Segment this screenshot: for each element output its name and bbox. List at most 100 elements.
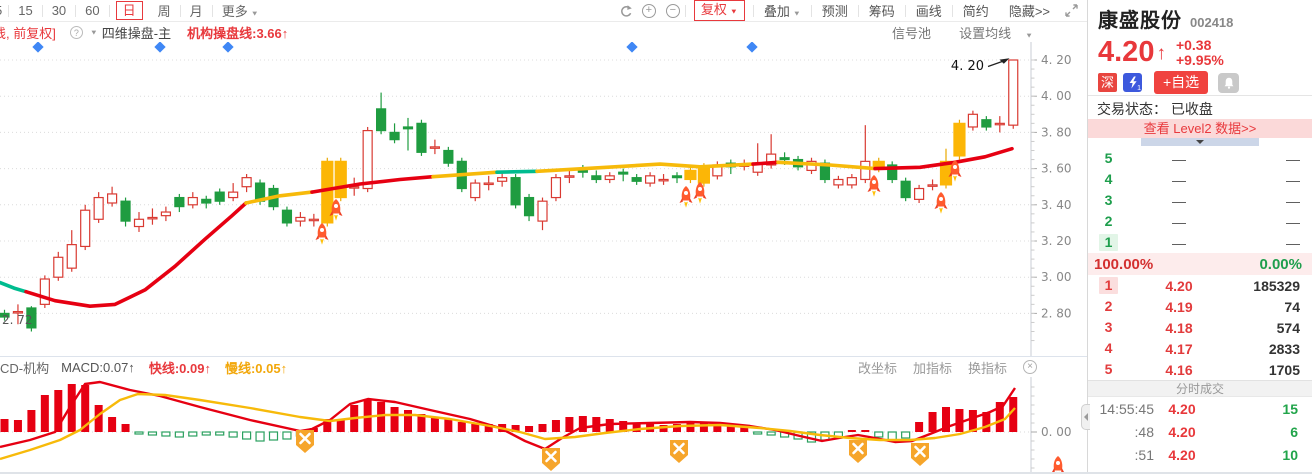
collapse-panel-handle[interactable] [1081,404,1090,430]
kline-chart[interactable]: 4. 20 4. 00 3. 80 3. 60 3. 40 3. 20 3. 00 2. 80… [0,42,1087,356]
ask-row[interactable]: 4 — — [1088,169,1312,190]
period-15min[interactable]: 15 [9,3,41,18]
signal-diamond-icon [154,42,166,53]
institution-line-value: 机构操盘线:3.66↑ [187,25,289,41]
hide-toolbar-button[interactable]: 隐藏>> [999,1,1060,20]
period-week[interactable]: 周 [149,1,180,20]
tick-row: 14:55:45 4.20 15 [1088,397,1312,420]
svg-text:3. 00: 3. 00 [1041,270,1072,284]
macd-chart[interactable]: 0. 00 [0,377,1087,473]
tick-row: :51 4.20 10 [1088,443,1312,466]
ma-settings-button[interactable]: 设置均线 ▼ [945,23,1033,42]
tick-price: 4.20 [1168,423,1196,440]
simple-mode-button[interactable]: 简约 [953,1,999,20]
bid-row[interactable]: 2 4.19 74 [1088,296,1312,317]
svg-text:2. 80: 2. 80 [1041,306,1072,320]
tick-price: 4.20 [1168,446,1196,463]
stock-name: 康盛股份 [1098,10,1182,32]
macd-header: CD-机构 MACD:0.07↑ 快线:0.09↑ 慢线:0.05↑ 改坐标 加… [0,356,1087,377]
add-indicator-button[interactable]: 加指标 [913,358,952,377]
add-watchlist-button[interactable]: +自选 [1154,71,1209,94]
adjust-price-button[interactable]: 复权 ▼ [693,0,745,21]
tick-price: 4.20 [1154,470,1210,473]
sell-cross-badge-icon [849,440,867,463]
ask-volume: — [1286,150,1300,167]
chips-button[interactable]: 筹码 [859,1,905,20]
price-change-pct: +9.95% [1175,51,1224,68]
market-badge: 深 [1098,73,1117,92]
bid-level: 4 [1104,340,1113,356]
macd-indicator-name[interactable]: CD-机构 [0,358,49,377]
chevron-down-icon[interactable]: ▼ [90,28,98,36]
tick-price: 4.20 [1168,400,1196,417]
bid-row[interactable]: 5 4.16 1705 [1088,359,1312,380]
switch-indicator-button[interactable]: 换指标 [968,358,1007,377]
level2-link[interactable]: 查看 Level2 数据>> [1088,119,1312,138]
ask-level: 2 [1104,213,1113,229]
bid-row[interactable]: 4 4.17 2833 [1088,338,1312,359]
tick-panel-title: 分时成交 [1088,380,1312,397]
draw-line-button[interactable]: 画线 [906,1,952,20]
tick-volume: 6 [1290,423,1298,440]
orderbook-collapse-pill[interactable] [1141,138,1259,146]
period-60min[interactable]: 60 [76,3,108,18]
change-axis-button[interactable]: 改坐标 [858,358,897,377]
signal-diamond-icon [626,42,638,53]
ask-level: 5 [1104,150,1113,166]
close-indicator-icon[interactable]: × [1023,360,1037,374]
ask-price: — [1172,150,1186,167]
tick-time: 14:55:45 [1099,400,1155,417]
bid-list: 1 4.20 185329 2 4.19 74 3 4.18 574 4 4.17 2833 5 4.16… [1088,275,1312,380]
bid-level: 3 [1104,319,1113,335]
help-icon[interactable]: ? [69,25,83,39]
last-price: 4.20 [1098,36,1155,68]
period-30min[interactable]: 30 [43,3,75,18]
zoom-in-icon[interactable]: + [641,3,656,18]
svg-text:4. 00: 4. 00 [1041,89,1072,103]
main-indicator-label[interactable]: 四维操盘-主 [102,23,171,42]
chevron-left-icon [1084,413,1088,421]
price-change: +0.38 [1175,36,1212,53]
signal-diamond-icon [222,42,234,53]
zoom-out-icon[interactable]: − [665,3,680,18]
tick-volume: 15 [1282,400,1298,417]
price-annotation: 4. 20 [951,59,984,74]
more-periods-menu[interactable]: 更多 ▼ [213,1,268,20]
svg-text:0. 00: 0. 00 [1041,425,1072,439]
flash-trade-icon[interactable]: 1 [1123,73,1142,92]
ask-row[interactable]: 2 — — [1088,211,1312,232]
period-5min[interactable]: 5 [0,3,8,18]
tick-row: :544.20102 [1088,466,1312,473]
chart-area: 5 15 30 60 日 周 月 更多▼ + − [0,0,1087,473]
rocket-signal-icon [679,186,693,208]
svg-text:3. 20: 3. 20 [1041,234,1072,248]
ask-row[interactable]: 3 — — [1088,190,1312,211]
bid-row[interactable]: 1 4.20 185329 [1088,275,1312,296]
chevron-down-icon: ▼ [792,9,801,18]
bid-row[interactable]: 3 4.18 574 [1088,317,1312,338]
ask-level: 4 [1104,171,1113,187]
svg-text:3. 80: 3. 80 [1041,125,1072,139]
fullscreen-icon[interactable] [1065,4,1078,17]
macd-chart-wrap: 0. 00 [0,377,1087,473]
tick-volume: 10 [1282,446,1298,463]
chevron-down-icon: ▼ [250,9,259,18]
undo-icon[interactable] [618,4,632,18]
macd-value: MACD:0.07↑ [61,359,135,375]
ask-row[interactable]: 5 — — [1088,148,1312,169]
tick-time: :51 [1134,446,1154,463]
signal-pool-button[interactable]: 信号池 [892,23,931,42]
buy-pct: 100.00% [1094,255,1154,273]
rocket-signal-icon [693,182,707,204]
alert-bell-icon[interactable] [1218,72,1240,93]
bid-price: 4.17 [1165,340,1193,357]
period-month[interactable]: 月 [181,1,212,20]
bid-price: 4.19 [1165,298,1193,315]
forecast-button[interactable]: 预测 [812,1,858,20]
ask-row[interactable]: 1 — — [1088,232,1312,253]
period-day[interactable]: 日 [115,1,143,20]
overlay-button[interactable]: 叠加 ▼ [754,1,811,20]
buy-sell-ratio-bar: 100.00% 0.00% [1088,253,1312,275]
stock-code: 002418 [1190,15,1234,30]
trade-status-value: 已收盘 [1170,101,1213,117]
